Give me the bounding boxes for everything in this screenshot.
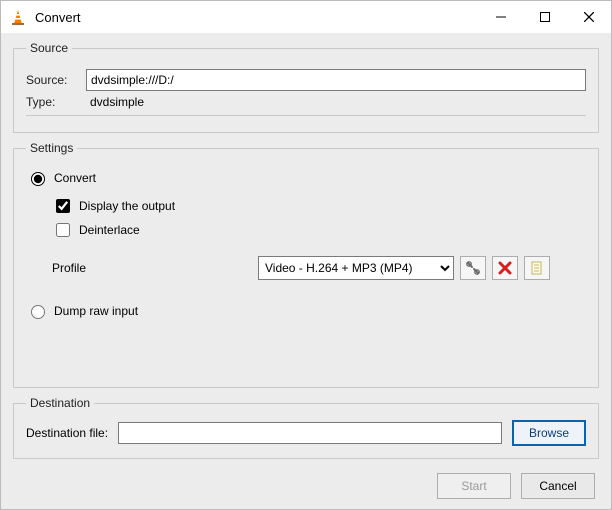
display-output-label: Display the output	[79, 199, 175, 213]
new-profile-button[interactable]	[524, 256, 550, 280]
convert-radio[interactable]: Convert	[26, 169, 96, 186]
dump-raw-radio[interactable]: Dump raw input	[26, 302, 138, 319]
dump-raw-radio-input[interactable]	[31, 305, 45, 319]
client-area: Source Source: Type: dvdsimple Settings …	[1, 33, 611, 509]
source-legend: Source	[26, 41, 72, 55]
destination-legend: Destination	[26, 396, 94, 410]
titlebar: Convert	[1, 1, 611, 33]
display-output-checkbox[interactable]: Display the output	[52, 196, 175, 216]
convert-radio-input[interactable]	[31, 172, 45, 186]
close-icon	[584, 12, 594, 22]
delete-x-icon	[498, 261, 512, 275]
delete-profile-button[interactable]	[492, 256, 518, 280]
settings-group: Settings Convert Display the output Dein…	[13, 141, 599, 388]
deinterlace-checkbox[interactable]: Deinterlace	[52, 220, 140, 240]
edit-profile-button[interactable]	[460, 256, 486, 280]
new-document-icon	[529, 260, 545, 276]
dump-raw-label: Dump raw input	[54, 304, 138, 318]
type-value: dvdsimple	[90, 95, 144, 109]
destination-group: Destination Destination file: Browse	[13, 396, 599, 459]
vlc-cone-icon	[9, 8, 27, 26]
convert-dialog: Convert Source Source: Type: dvdsimple	[0, 0, 612, 510]
maximize-button[interactable]	[523, 1, 567, 33]
source-input[interactable]	[86, 69, 586, 91]
window-title: Convert	[35, 10, 479, 25]
deinterlace-checkbox-input[interactable]	[56, 223, 70, 237]
display-output-checkbox-input[interactable]	[56, 199, 70, 213]
minimize-icon	[496, 12, 506, 22]
profile-select[interactable]: Video - H.264 + MP3 (MP4)	[258, 256, 454, 280]
deinterlace-label: Deinterlace	[79, 223, 140, 237]
profile-label: Profile	[52, 261, 252, 275]
browse-button[interactable]: Browse	[512, 420, 586, 446]
cancel-button[interactable]: Cancel	[521, 473, 595, 499]
start-button[interactable]: Start	[437, 473, 511, 499]
settings-legend: Settings	[26, 141, 77, 155]
type-label: Type:	[26, 95, 78, 109]
maximize-icon	[540, 12, 550, 22]
close-button[interactable]	[567, 1, 611, 33]
source-group: Source Source: Type: dvdsimple	[13, 41, 599, 133]
destination-file-input[interactable]	[118, 422, 502, 444]
source-label: Source:	[26, 73, 78, 87]
dialog-footer: Start Cancel	[13, 467, 599, 499]
minimize-button[interactable]	[479, 1, 523, 33]
wrench-icon	[465, 260, 481, 276]
convert-radio-label: Convert	[54, 171, 96, 185]
destination-file-label: Destination file:	[26, 426, 108, 440]
